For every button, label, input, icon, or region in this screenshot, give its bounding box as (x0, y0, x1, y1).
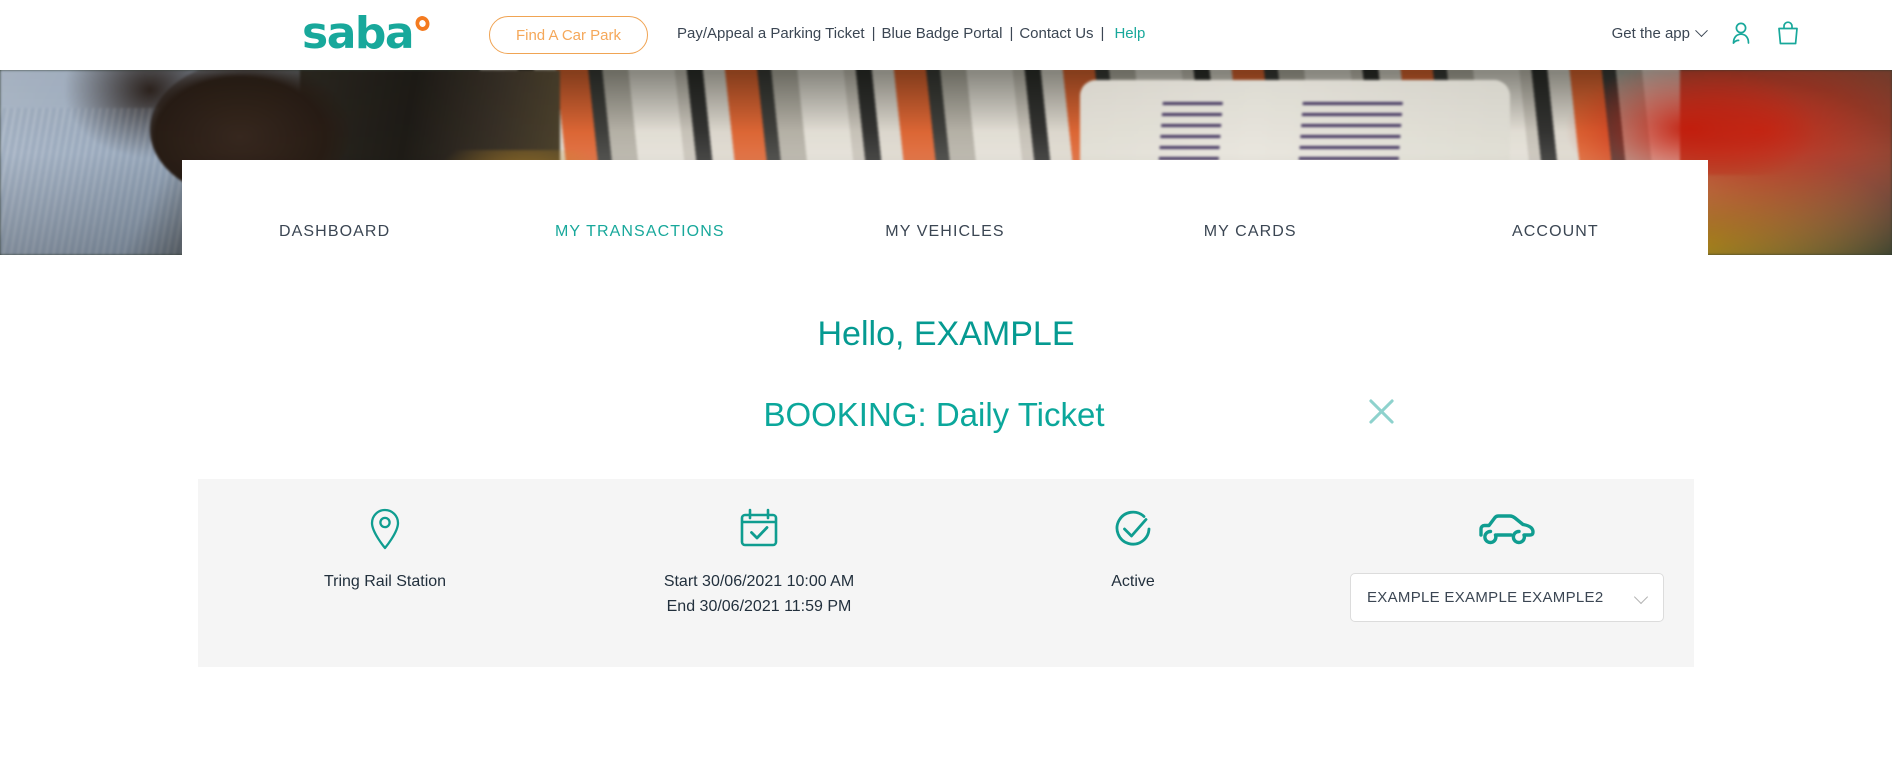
booking-location-cell: Tring Rail Station (198, 479, 572, 667)
person-icon (1732, 22, 1750, 44)
account-button[interactable] (1728, 20, 1754, 46)
greeting-heading: Hello, EXAMPLE (817, 315, 1075, 353)
check-circle-icon (1115, 510, 1151, 546)
get-the-app-dropdown[interactable]: Get the app (1611, 23, 1708, 42)
header-link-separator-3: | (1100, 25, 1105, 42)
location-pin-icon (370, 508, 400, 550)
site-header: saba Find A Car Park Pay/Appeal a Parkin… (0, 0, 1892, 70)
vehicle-icon-wrap (1475, 503, 1539, 555)
tab-navigation-panel: DASHBOARD MY TRANSACTIONS MY VEHICLES MY… (182, 160, 1708, 255)
header-link-blue-badge-portal[interactable]: Blue Badge Portal (882, 25, 1003, 42)
booking-start-label: Start 30/06/2021 10:00 AM (663, 573, 855, 590)
car-icon (1479, 514, 1535, 545)
booking-status-label: Active (1111, 573, 1155, 590)
basket-button[interactable] (1776, 20, 1800, 46)
booking-header-row: BOOKING: Daily Ticket (0, 396, 1892, 448)
booking-vehicle-cell: EXAMPLE EXAMPLE EXAMPLE2 (1320, 479, 1694, 667)
logo-dot-icon (413, 14, 432, 33)
header-link-help[interactable]: Help (1114, 25, 1145, 42)
header-link-separator-1: | (871, 25, 876, 42)
booking-status-cell: Active (946, 479, 1320, 667)
booking-location-label: Tring Rail Station (323, 573, 447, 590)
booking-dates-cell: Start 30/06/2021 10:00 AM End 30/06/2021… (572, 479, 946, 667)
logo-wordmark: saba (302, 8, 415, 59)
hero-banner: DASHBOARD MY TRANSACTIONS MY VEHICLES MY… (0, 70, 1892, 255)
booking-details-card: Tring Rail Station Start 30/06/2021 10:0… (198, 479, 1694, 667)
calendar-icon-wrap (738, 503, 780, 555)
header-right-actions: Get the app (1612, 20, 1800, 46)
chevron-down-icon (1695, 23, 1708, 37)
booking-title: BOOKING: Daily Ticket (763, 396, 1105, 433)
vehicle-select-wrap: EXAMPLE EXAMPLE EXAMPLE2 (1350, 573, 1664, 622)
shopping-bag-icon (1778, 21, 1798, 45)
tab-dashboard[interactable]: DASHBOARD (182, 223, 487, 241)
header-link-pay-appeal[interactable]: Pay/Appeal a Parking Ticket (677, 25, 865, 42)
tab-account[interactable]: ACCOUNT (1403, 223, 1708, 241)
tab-navigation: DASHBOARD MY TRANSACTIONS MY VEHICLES MY… (182, 223, 1708, 241)
booking-dates-label: Start 30/06/2021 10:00 AM End 30/06/2021… (664, 569, 854, 619)
saba-logo[interactable]: saba (302, 8, 432, 59)
location-icon-wrap (368, 503, 402, 555)
status-icon-wrap (1111, 503, 1155, 555)
tab-my-vehicles[interactable]: MY VEHICLES (792, 223, 1097, 241)
get-the-app-label: Get the app (1611, 24, 1690, 42)
booking-end-label: End 30/06/2021 11:59 PM (666, 598, 852, 615)
vehicle-select[interactable]: EXAMPLE EXAMPLE EXAMPLE2 (1350, 573, 1664, 622)
find-a-car-park-button[interactable]: Find A Car Park (489, 16, 648, 54)
header-link-contact-us[interactable]: Contact Us (1019, 25, 1093, 42)
tab-my-cards[interactable]: MY CARDS (1098, 223, 1403, 241)
close-icon[interactable] (1362, 392, 1400, 430)
header-links: Pay/Appeal a Parking Ticket | Blue Badge… (677, 25, 1145, 42)
calendar-check-icon (740, 508, 778, 547)
main-content: Hello, EXAMPLE BOOKING: Daily Ticket Tri… (0, 315, 1892, 667)
tab-my-transactions[interactable]: MY TRANSACTIONS (487, 223, 792, 241)
header-link-separator-2: | (1009, 25, 1014, 42)
